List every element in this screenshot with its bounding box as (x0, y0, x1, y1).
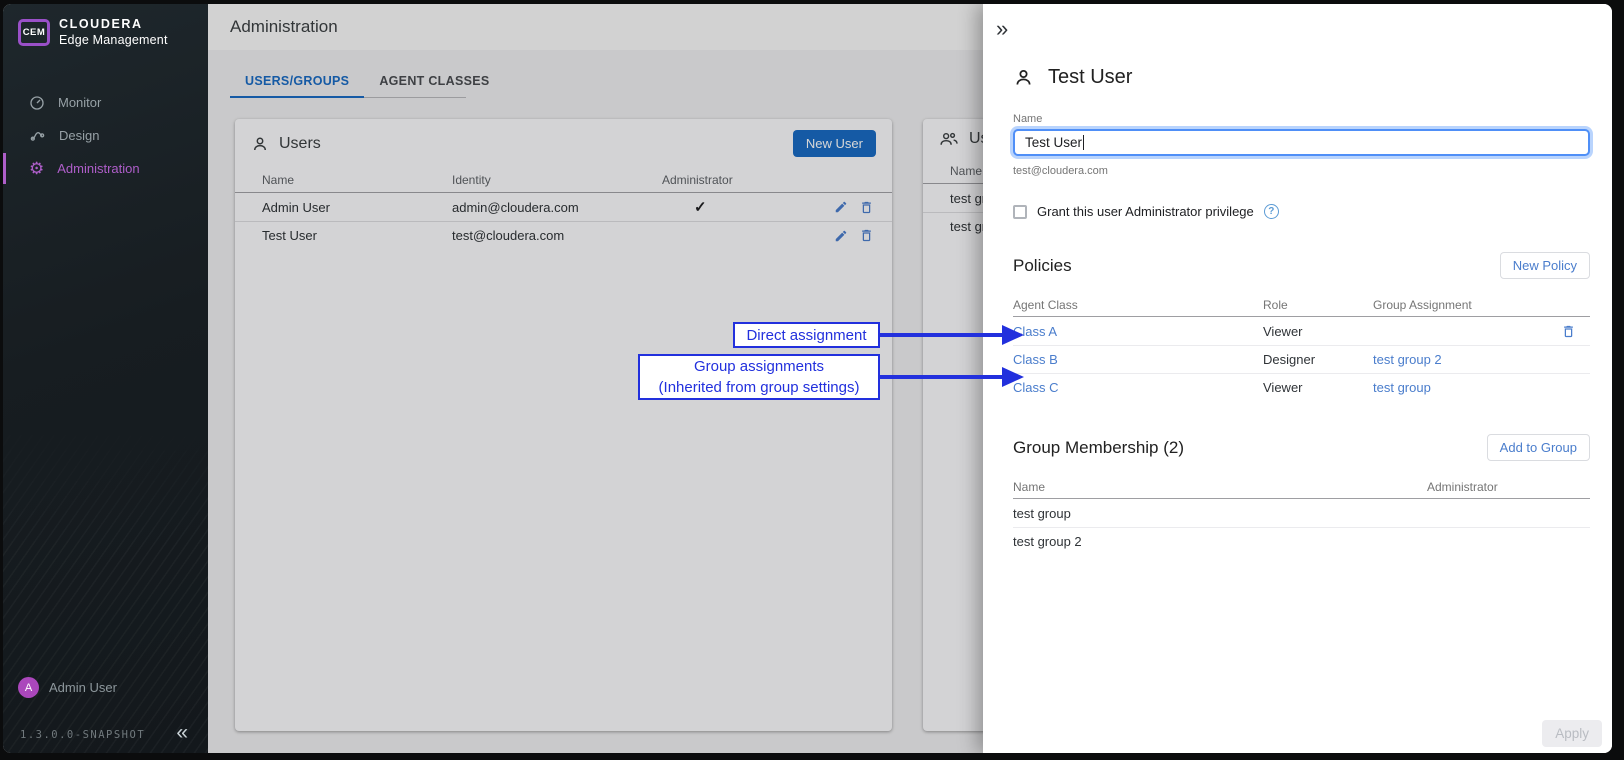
policy-row-class-c: Class C Viewer test group (1013, 373, 1590, 401)
new-policy-button[interactable]: New Policy (1500, 252, 1590, 279)
group-assignment-link[interactable]: test group (1373, 380, 1543, 395)
sidebar-item-administration[interactable]: ⚙ Administration (3, 152, 208, 185)
annotation-direct-assignment: Direct assignment (733, 322, 880, 348)
drawer-title-row: Test User (1013, 66, 1590, 89)
text-caret (1083, 135, 1084, 150)
delete-icon[interactable] (1561, 324, 1590, 339)
annotation-arrow-head (1002, 325, 1024, 345)
name-field-label: Name (1013, 113, 1590, 125)
agent-class-link[interactable]: Class A (1013, 324, 1263, 339)
group-membership-title: Group Membership (2) (1013, 438, 1184, 458)
user-name-value: Test User (1025, 135, 1082, 150)
group-assignment-link[interactable]: test group 2 (1373, 352, 1543, 367)
annotation-arrow-head (1002, 367, 1024, 387)
policy-row-class-b: Class B Designer test group 2 (1013, 345, 1590, 373)
membership-group-name: test group (1013, 506, 1427, 521)
current-user[interactable]: A Admin User (18, 677, 117, 698)
policies-header: Policies New Policy (1013, 252, 1590, 279)
annotation-arrow-line (880, 333, 1002, 337)
brand-edge-management: Edge Management (59, 33, 168, 49)
help-icon[interactable]: ? (1264, 204, 1279, 219)
user-name-input[interactable]: Test User (1013, 129, 1590, 156)
brand: CEM CLOUDERA Edge Management (3, 4, 208, 48)
policies-title: Policies (1013, 256, 1072, 276)
monitor-icon (29, 95, 45, 111)
version-label: 1.3.0.0-SNAPSHOT (20, 729, 145, 741)
annotation-arrow-line (880, 375, 1002, 379)
design-flow-icon (29, 128, 46, 144)
sidebar: CEM CLOUDERA Edge Management Monitor (3, 4, 208, 753)
user-identity-text: test@cloudera.com (1013, 165, 1590, 177)
group-membership-header: Group Membership (2) Add to Group (1013, 434, 1590, 461)
sidebar-nav: Monitor Design ⚙ Administration (3, 86, 208, 185)
user-detail-drawer: » Test User Name Test User test@cloudera… (983, 4, 1612, 753)
col-name: Name (1013, 480, 1427, 494)
col-role: Role (1263, 298, 1373, 312)
col-group-assignment: Group Assignment (1373, 298, 1543, 312)
policy-role: Viewer (1263, 380, 1373, 395)
membership-table-header: Name Administrator (1013, 475, 1590, 499)
col-agent-class: Agent Class (1013, 298, 1263, 312)
annotation-text: Direct assignment (735, 327, 878, 344)
sidebar-item-label: Monitor (58, 95, 101, 110)
policies-table-header: Agent Class Role Group Assignment (1013, 293, 1590, 317)
brand-cloudera: CLOUDERA (59, 17, 168, 33)
policies-table: Agent Class Role Group Assignment Class … (1013, 293, 1590, 401)
annotation-text: Group assignments (640, 356, 878, 377)
current-user-name: Admin User (49, 680, 117, 695)
admin-privilege-row: Grant this user Administrator privilege … (1013, 204, 1590, 219)
annotation-text: (Inherited from group settings) (640, 377, 878, 398)
app-window: Administration USERS/GROUPS AGENT CLASSE… (3, 4, 1612, 753)
drawer-title: Test User (1048, 66, 1132, 89)
annotation-group-assignments: Group assignments (Inherited from group … (638, 354, 880, 400)
admin-privilege-checkbox[interactable] (1013, 205, 1027, 219)
membership-group-name: test group 2 (1013, 534, 1427, 549)
membership-row[interactable]: test group 2 (1013, 527, 1590, 555)
sidebar-item-label: Administration (57, 161, 139, 176)
avatar: A (18, 677, 39, 698)
policy-role: Designer (1263, 352, 1373, 367)
membership-row[interactable]: test group (1013, 499, 1590, 527)
drawer-close-icon[interactable]: » (996, 16, 1008, 42)
add-to-group-button[interactable]: Add to Group (1487, 434, 1590, 461)
agent-class-link[interactable]: Class B (1013, 352, 1263, 367)
group-membership-table: Name Administrator test group test group… (1013, 475, 1590, 555)
policy-row-class-a: Class A Viewer (1013, 317, 1590, 345)
apply-button[interactable]: Apply (1542, 720, 1602, 747)
policy-role: Viewer (1263, 324, 1373, 339)
sidebar-item-label: Design (59, 128, 99, 143)
admin-privilege-label: Grant this user Administrator privilege (1037, 204, 1254, 219)
sidebar-item-design[interactable]: Design (3, 119, 208, 152)
col-administrator: Administrator (1427, 480, 1498, 494)
cem-logo: CEM (18, 19, 50, 46)
sidebar-item-monitor[interactable]: Monitor (3, 86, 208, 119)
sidebar-collapse-icon[interactable]: « (176, 721, 188, 745)
gear-icon: ⚙ (29, 160, 44, 177)
user-icon (1013, 67, 1034, 88)
agent-class-link[interactable]: Class C (1013, 380, 1263, 395)
